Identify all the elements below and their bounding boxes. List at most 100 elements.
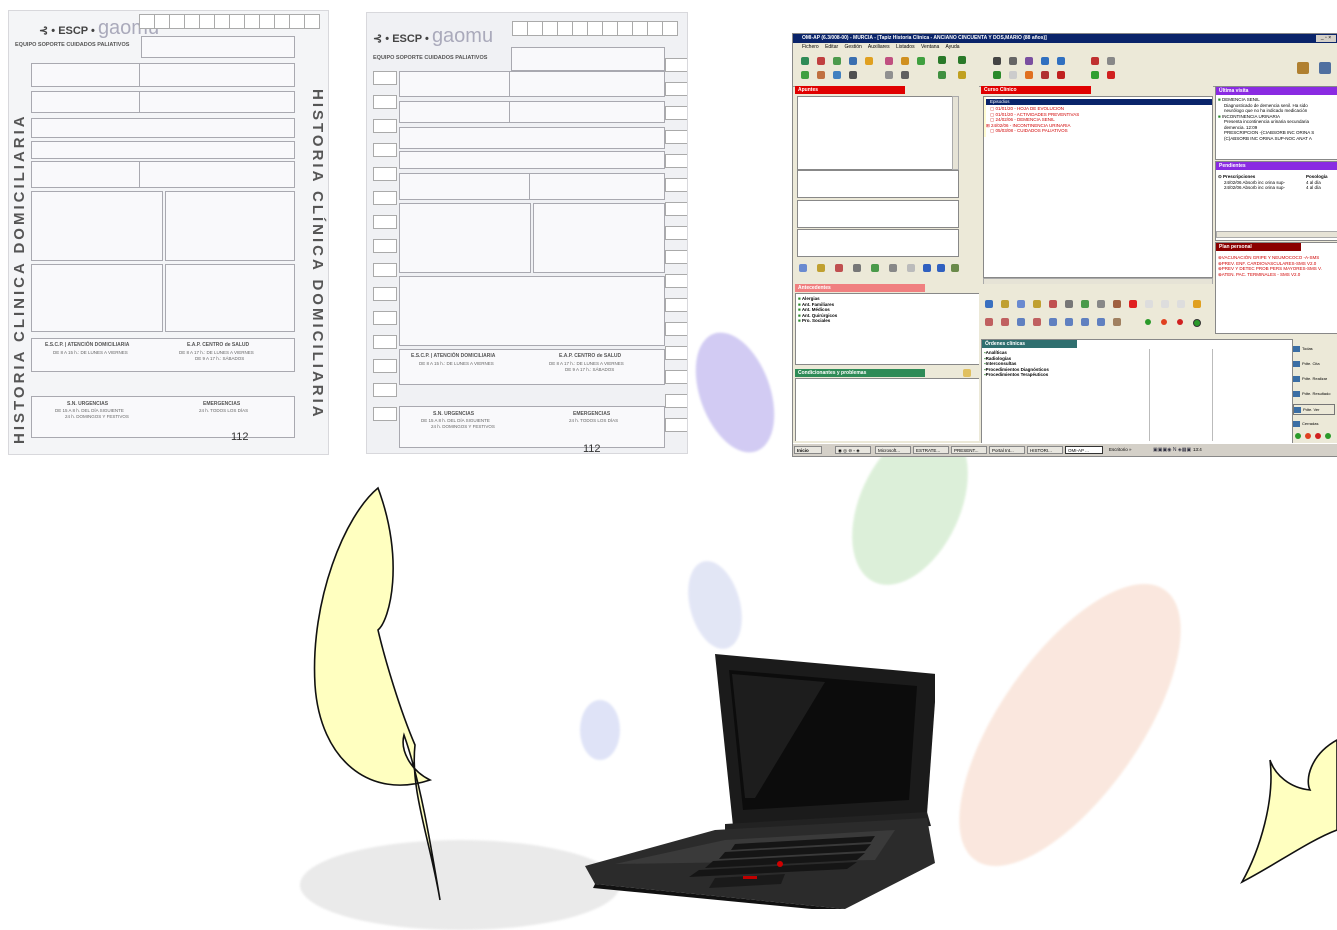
toolbar-button-icon[interactable] bbox=[951, 264, 959, 272]
toolbar-button-icon[interactable] bbox=[1025, 57, 1033, 65]
toolbar-button-icon[interactable] bbox=[1319, 62, 1331, 74]
pencil-icon[interactable] bbox=[799, 264, 807, 272]
toolbar-button-icon[interactable] bbox=[1081, 318, 1089, 326]
toolbar-button-icon[interactable] bbox=[1001, 300, 1009, 308]
menu-fichero[interactable]: Fichero bbox=[802, 44, 819, 50]
status-dot-orange[interactable] bbox=[1305, 433, 1311, 439]
apuntes-textarea-2[interactable] bbox=[797, 170, 959, 198]
toolbar-button-icon[interactable] bbox=[901, 57, 909, 65]
quick-launch-icons[interactable]: ◉ ◎ ⊖ ▫ ◈ bbox=[835, 446, 871, 454]
toolbar-button-icon[interactable] bbox=[1057, 71, 1065, 79]
toolbar-button-icon[interactable] bbox=[885, 71, 893, 79]
filter-pdte-resultado-button[interactable]: Pdte. Resultado bbox=[1293, 389, 1333, 398]
plan-item[interactable]: ⊗ATEN. PAC. TERMINALES - SMS V2.0 bbox=[1218, 272, 1300, 278]
toolbar-button-icon[interactable] bbox=[1097, 300, 1105, 308]
status-dot-green[interactable] bbox=[1193, 319, 1201, 327]
toolbar-button-icon[interactable] bbox=[1097, 318, 1105, 326]
menu-ayuda[interactable]: Ayuda bbox=[945, 44, 959, 50]
toolbar-button-icon[interactable] bbox=[817, 71, 825, 79]
toolbar-button-icon[interactable] bbox=[1041, 57, 1049, 65]
toolbar-button-icon[interactable] bbox=[833, 71, 841, 79]
toolbar-button-icon[interactable] bbox=[1017, 318, 1025, 326]
toolbar-button-icon[interactable] bbox=[1145, 300, 1153, 308]
toolbar-button-icon[interactable] bbox=[889, 264, 897, 272]
toolbar-button-icon[interactable] bbox=[1057, 57, 1065, 65]
toolbar-button-icon[interactable] bbox=[901, 71, 909, 79]
status-dot-red[interactable] bbox=[1315, 433, 1321, 439]
status-dot-green[interactable] bbox=[1325, 433, 1331, 439]
tree-item-episodios[interactable]: Episodios bbox=[984, 99, 1212, 105]
filter-cerradas-button[interactable]: Cerradas bbox=[1293, 419, 1333, 428]
toolbar-button-icon[interactable] bbox=[1113, 318, 1121, 326]
escritorio-label[interactable]: Escritorio » bbox=[1109, 446, 1132, 454]
toolbar-button-icon[interactable] bbox=[938, 71, 946, 79]
apuntes-textarea-3[interactable] bbox=[797, 200, 959, 228]
toolbar-button-icon[interactable] bbox=[849, 71, 857, 79]
toolbar-button-icon[interactable] bbox=[801, 71, 809, 79]
menu-gestion[interactable]: Gestión bbox=[845, 44, 862, 50]
toolbar-button-icon[interactable] bbox=[885, 57, 893, 65]
toolbar-button-icon[interactable] bbox=[907, 264, 915, 272]
toolbar-button-icon[interactable] bbox=[1065, 300, 1073, 308]
toolbar-button-icon[interactable] bbox=[1177, 300, 1185, 308]
toolbar-button-icon[interactable] bbox=[817, 264, 825, 272]
taskbar-task[interactable]: ESTRATE... bbox=[913, 446, 949, 454]
orden-item[interactable]: ▪Procedimientos Terapéuticos bbox=[984, 372, 1048, 378]
status-dot-orange[interactable] bbox=[1161, 319, 1167, 325]
taskbar-task[interactable]: Microsoft... bbox=[875, 446, 911, 454]
toolbar-button-icon[interactable] bbox=[865, 57, 873, 65]
toolbar-button-icon[interactable] bbox=[1001, 318, 1009, 326]
taskbar-task[interactable]: PRESENT... bbox=[951, 446, 987, 454]
toolbar-button-icon[interactable] bbox=[1161, 300, 1169, 308]
add-icon[interactable] bbox=[1129, 300, 1137, 308]
toolbar-button-icon[interactable] bbox=[938, 56, 946, 64]
scrollbar[interactable] bbox=[952, 96, 959, 170]
tree-item-episode[interactable]: ▢ 05/03/08 - CUIDADOS PALIATIVOS bbox=[990, 128, 1068, 134]
toolbar-button-icon[interactable] bbox=[937, 264, 945, 272]
taskbar-task-active[interactable]: OMI-AP ... bbox=[1065, 446, 1103, 454]
toolbar-button-icon[interactable] bbox=[958, 71, 966, 79]
toolbar-button-icon[interactable] bbox=[835, 264, 843, 272]
check-icon[interactable] bbox=[985, 300, 993, 308]
scrollbar[interactable] bbox=[983, 278, 1213, 284]
tray-icons[interactable]: ▣▣▣◉ N ◈▦▣ bbox=[1153, 446, 1191, 454]
filter-pdte-cita-button[interactable]: Pdte. Cita bbox=[1293, 359, 1333, 368]
condicionantes-list[interactable] bbox=[795, 378, 979, 441]
curso-clinico-tree[interactable]: Episodios ▢ 01/01/20 - HOJA DE EVOLUCION… bbox=[983, 96, 1213, 278]
toolbar-button-icon[interactable] bbox=[853, 264, 861, 272]
menu-auxiliares[interactable]: Auxiliares bbox=[868, 44, 890, 50]
toolbar-button-icon[interactable] bbox=[833, 57, 841, 65]
toolbar-button-icon[interactable] bbox=[1091, 57, 1099, 65]
toolbar-button-icon[interactable] bbox=[1107, 71, 1115, 79]
toolbar-button-icon[interactable] bbox=[985, 318, 993, 326]
toolbar-button-icon[interactable] bbox=[1107, 57, 1115, 65]
toolbar-button-icon[interactable] bbox=[1025, 71, 1033, 79]
toolbar-button-icon[interactable] bbox=[1009, 71, 1017, 79]
filter-pdte-ver-button[interactable]: Pdte. Ver bbox=[1293, 404, 1335, 415]
filter-pdte-realizar-button[interactable]: Pdte. Realizar bbox=[1293, 374, 1333, 383]
prescription-row[interactable]: 24/02/06 Absorb inc orina sup- bbox=[1224, 185, 1285, 191]
start-button[interactable]: Inicio bbox=[794, 446, 822, 454]
filter-todas-button[interactable]: Todas bbox=[1293, 344, 1333, 353]
toolbar-button-icon[interactable] bbox=[993, 57, 1001, 65]
toolbar-button-icon[interactable] bbox=[1017, 300, 1025, 308]
taskbar-task[interactable]: Portal Int... bbox=[989, 446, 1025, 454]
toolbar-button-icon[interactable] bbox=[923, 264, 931, 272]
apuntes-textarea-4[interactable] bbox=[797, 229, 959, 257]
status-dot-red[interactable] bbox=[1177, 319, 1183, 325]
menu-editar[interactable]: Editar bbox=[825, 44, 838, 50]
toolbar-button-icon[interactable] bbox=[871, 264, 879, 272]
toolbar-button-icon[interactable] bbox=[1065, 318, 1073, 326]
toolbar-button-icon[interactable] bbox=[1297, 62, 1309, 74]
toolbar-button-icon[interactable] bbox=[817, 57, 825, 65]
window-controls[interactable]: _ ▫ × bbox=[1316, 35, 1336, 42]
folder-icon[interactable] bbox=[963, 369, 971, 377]
toolbar-button-icon[interactable] bbox=[1033, 300, 1041, 308]
toolbar-button-icon[interactable] bbox=[1091, 71, 1099, 79]
status-dot-green[interactable] bbox=[1295, 433, 1301, 439]
status-dot-green[interactable] bbox=[1145, 319, 1151, 325]
toolbar-button-icon[interactable] bbox=[958, 56, 966, 64]
toolbar-button-icon[interactable] bbox=[993, 71, 1001, 79]
taskbar-task[interactable]: HISTORI... bbox=[1027, 446, 1063, 454]
antecedente-item[interactable]: ■ Pro. Sociales bbox=[798, 318, 830, 324]
